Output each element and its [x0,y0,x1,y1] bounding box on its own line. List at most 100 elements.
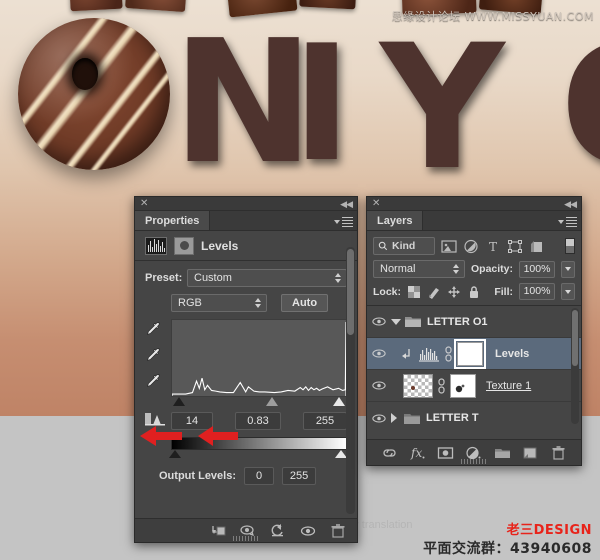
layers-panel[interactable]: ✕ ◀◀ Layers Kind T [366,196,582,466]
input-levels-slider[interactable] [171,397,347,409]
midtone-slider-handle[interactable] [266,397,278,406]
panel-resize-grip[interactable] [461,459,487,464]
filter-kind-select[interactable]: Kind [373,237,435,255]
tab-layers[interactable]: Layers [367,211,423,230]
layer-visibility-toggle[interactable] [367,348,391,359]
set-black-point-eyedropper-icon[interactable] [144,319,164,339]
layer-row-letter-t[interactable]: LETTER T [367,402,581,434]
output-black-handle[interactable] [169,450,181,458]
layer-name[interactable]: Texture 1 [486,380,531,392]
lock-position-icon[interactable] [447,285,461,299]
fill-dropdown-button[interactable] [561,283,575,300]
toggle-visibility-icon[interactable] [299,523,317,539]
properties-panel[interactable]: ✕ ◀◀ Properties Levels Preset: Custom [134,196,358,543]
collapse-panel-icon[interactable]: ◀◀ [340,198,352,210]
collapse-panel-icon[interactable]: ◀◀ [564,198,576,210]
opacity-field[interactable]: 100% [519,261,555,278]
filter-enable-toggle[interactable] [565,238,575,254]
layer-row-letter-o1[interactable]: LETTER O1 [367,306,581,338]
layer-visibility-toggle[interactable] [367,380,391,391]
levels-histogram[interactable] [171,319,347,397]
set-white-point-eyedropper-icon[interactable] [144,371,164,391]
layer-style-icon[interactable]: fx [409,445,426,461]
output-black-field[interactable]: 0 [244,467,274,485]
close-icon[interactable]: ✕ [372,198,380,210]
layers-tab-strip[interactable]: Layers [367,211,581,231]
clip-to-layer-icon[interactable] [209,523,227,539]
pixel-filter-icon[interactable] [441,239,457,254]
input-shadow-field[interactable]: 14 [171,412,213,430]
eyedropper-group [144,319,168,397]
eye-icon [372,380,386,391]
artwork-letter-o2: O [560,24,600,189]
adjustment-header: Levels [135,231,357,261]
link-layers-icon[interactable] [381,445,398,461]
delete-layer-icon[interactable] [550,445,567,461]
lock-image-pixels-icon[interactable] [427,285,441,299]
layer-thumbnail[interactable] [403,374,433,398]
artwork-letter-i: I [292,24,352,184]
layer-visibility-toggle[interactable] [367,316,391,327]
preset-select[interactable]: Custom [187,269,347,287]
folder-icon [405,315,421,328]
svg-text:T: T [489,240,497,254]
link-mask-icon[interactable] [444,346,453,362]
properties-panel-titlebar[interactable]: ✕ ◀◀ [135,197,357,211]
layers-panel-titlebar[interactable]: ✕ ◀◀ [367,197,581,211]
output-levels-row: Output Levels: 0 255 [135,467,357,485]
panel-resize-grip[interactable] [233,536,259,541]
channel-row: RGB Auto [135,294,357,312]
output-white-field[interactable]: 255 [282,467,316,485]
layer-row-levels[interactable]: Levels [367,338,581,370]
layer-mask-thumbnail[interactable] [174,237,194,255]
add-layer-mask-icon[interactable] [437,445,454,461]
group-disclosure-open-icon[interactable] [391,319,401,325]
lock-transparent-pixels-icon[interactable] [407,285,421,299]
output-levels-slider[interactable] [171,450,347,461]
channel-select[interactable]: RGB [171,294,267,312]
set-gray-point-eyedropper-icon[interactable] [144,345,164,365]
layer-mask-thumbnail[interactable] [450,374,476,398]
layer-visibility-toggle[interactable] [367,413,391,424]
artwork-letter-n: N [172,18,308,188]
close-icon[interactable]: ✕ [140,198,148,210]
delete-icon[interactable] [329,523,347,539]
reset-icon[interactable] [269,523,287,539]
highlight-slider-handle[interactable] [333,397,345,406]
fill-field[interactable]: 100% [519,283,555,300]
panel-menu-button[interactable] [558,215,577,229]
shadow-slider-handle[interactable] [173,397,185,406]
new-group-icon[interactable] [494,445,511,461]
smart-object-filter-icon[interactable] [529,239,545,254]
panel-menu-button[interactable] [334,215,353,229]
layers-scrollbar[interactable] [571,308,579,424]
artwork-letter-o [18,18,170,170]
type-filter-icon[interactable]: T [485,239,501,254]
chocolate-chunk [69,0,122,11]
input-midtone-field[interactable]: 0.83 [235,412,281,430]
input-highlight-field[interactable]: 255 [303,412,347,430]
preset-value: Custom [194,272,232,284]
link-mask-icon[interactable] [437,378,446,394]
blend-mode-row: Normal Opacity: 100% [367,260,581,283]
layer-row-texture-1[interactable]: Texture 1 [367,370,581,402]
layer-mask-thumbnail[interactable] [457,342,483,366]
clipping-mask-arrow-icon [401,347,412,360]
opacity-label: Opacity: [471,263,513,275]
properties-scrollbar[interactable] [346,247,355,514]
artwork-letter-y: Y [380,22,497,194]
shape-filter-icon[interactable] [507,239,523,254]
properties-tab-strip[interactable]: Properties [135,211,357,231]
levels-adjustment-thumbnail[interactable] [418,344,440,364]
tab-properties[interactable]: Properties [135,211,210,230]
opacity-dropdown-button[interactable] [561,261,575,278]
layer-list[interactable]: LETTER O1 [367,305,581,434]
auto-adjust-icon[interactable] [144,411,166,427]
auto-button[interactable]: Auto [281,294,328,312]
group-disclosure-closed-icon[interactable] [391,413,397,423]
adjustment-filter-icon[interactable] [463,239,479,254]
new-layer-icon[interactable] [522,445,539,461]
blend-mode-select[interactable]: Normal [373,260,465,278]
lock-all-icon[interactable] [467,285,481,299]
input-levels-fields: 14 0.83 255 [135,412,357,430]
